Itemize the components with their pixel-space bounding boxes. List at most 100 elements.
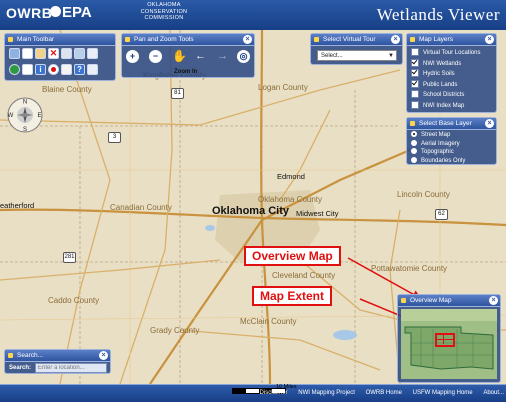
virtual-tour-header[interactable]: Select Virtual Tour × — [311, 34, 402, 46]
search-label: Search: — [9, 365, 32, 371]
city-label-edmond: Edmond — [277, 172, 305, 181]
zoom-in-tooltip: Zoom In — [174, 69, 198, 75]
pin-icon[interactable] — [410, 121, 415, 126]
footer-link-about[interactable]: About... — [483, 390, 504, 396]
route-shield: 281 — [63, 252, 76, 263]
footer-link-owrb-home[interactable]: OWRB Home — [366, 390, 402, 396]
map-extent-annotation: Map Extent — [252, 286, 333, 306]
select-icon[interactable] — [35, 48, 46, 59]
layer-toggle[interactable]: Virtual Tour Locations — [411, 48, 480, 58]
county-label-caddo: Caddo County — [48, 296, 100, 305]
identify-icon[interactable]: i — [35, 64, 46, 75]
document-icon[interactable] — [87, 64, 98, 75]
pin-icon[interactable] — [125, 37, 130, 42]
base-layer-header[interactable]: Select Base Layer × — [407, 118, 496, 130]
compass-rose-icon: N S W E — [7, 97, 43, 133]
close-icon[interactable]: × — [485, 119, 494, 128]
pan-zoom-header[interactable]: Pan and Zoom Tools × — [122, 34, 254, 46]
svg-text:N: N — [23, 100, 27, 106]
county-label-lincoln: Lincoln County — [397, 190, 450, 199]
layer-toggle[interactable]: NWI Index Map — [411, 100, 464, 111]
county-label-logan: Logan County — [258, 83, 308, 92]
layer-checkbox[interactable] — [411, 79, 419, 88]
pin-icon[interactable] — [314, 37, 319, 42]
close-icon[interactable]: × — [391, 35, 400, 44]
base-layer-radio[interactable] — [411, 148, 417, 155]
measure-icon[interactable] — [61, 48, 72, 59]
layer-checkbox[interactable] — [411, 48, 419, 57]
footer-link-disclaimer[interactable]: Disclaimer — [260, 390, 288, 396]
back-arrow-icon[interactable]: ← — [194, 50, 207, 63]
svg-text:S: S — [23, 127, 27, 133]
zoom-in-icon[interactable] — [22, 48, 33, 59]
search-title: Search... — [17, 352, 44, 359]
layer-label: Virtual Tour Locations — [423, 50, 481, 56]
map-layers-title: Map Layers — [419, 36, 453, 43]
layer-checkbox[interactable] — [411, 69, 419, 78]
county-label-mcclain: McClain County — [240, 317, 297, 326]
extent-crosshair-h — [437, 339, 453, 340]
pan-icon[interactable] — [9, 48, 20, 59]
layers-icon[interactable] — [74, 48, 85, 59]
stop-icon[interactable] — [48, 64, 59, 75]
globe-icon[interactable] — [9, 64, 20, 75]
county-label-pottawatomie: Pottawatomie County — [371, 264, 448, 273]
close-icon[interactable]: × — [485, 35, 494, 44]
search-header[interactable]: Search... × — [5, 350, 110, 362]
main-toolbar-panel: Main Toolbar ✕ i ? — [4, 33, 116, 81]
layer-checkbox[interactable] — [411, 90, 419, 99]
route-shield: 3 — [108, 132, 121, 143]
footer-link-usfw-mapping-home[interactable]: USFW Mapping Home — [413, 390, 473, 396]
occ-logo: OKLAHOMA CONSERVATION COMMISSION — [140, 2, 188, 21]
base-layer-radio[interactable] — [411, 156, 417, 163]
footer-link-nwi-mapping-project[interactable]: NWI Mapping Project — [298, 390, 355, 396]
close-icon[interactable]: × — [489, 296, 498, 305]
help-icon[interactable]: ? — [74, 64, 85, 75]
layer-checkbox[interactable] — [411, 58, 419, 67]
epa-logo-text: EPA — [62, 4, 92, 21]
chevron-down-icon: ▼ — [388, 53, 394, 59]
layer-toggle[interactable]: Public Lands — [411, 79, 457, 90]
app-header: OWRB EPA OKLAHOMA CONSERVATION COMMISSIO… — [0, 0, 506, 31]
pin-icon[interactable] — [410, 37, 415, 42]
search-input[interactable] — [35, 363, 107, 373]
map-extent-box[interactable] — [435, 333, 455, 347]
wetlands-viewer-app: OWRB EPA OKLAHOMA CONSERVATION COMMISSIO… — [0, 0, 506, 402]
full-extent-icon[interactable]: ◎ — [237, 50, 250, 63]
main-toolbar-header[interactable]: Main Toolbar — [5, 34, 115, 46]
pan-zoom-panel: Pan and Zoom Tools × + − ✋ ← → ◎ Zoom In — [121, 33, 255, 78]
layer-checkbox[interactable] — [411, 100, 419, 109]
table-icon[interactable] — [87, 48, 98, 59]
search-icon[interactable] — [22, 64, 33, 75]
search-panel: Search... × Search: — [4, 349, 111, 374]
print-icon[interactable] — [61, 64, 72, 75]
close-icon[interactable]: × — [243, 35, 252, 44]
layer-toggle[interactable]: Hydric Soils — [411, 69, 455, 79]
epa-logo: EPA — [50, 4, 92, 21]
virtual-tour-select-value: Select... — [321, 53, 343, 59]
base-layer-radio[interactable] — [411, 139, 417, 146]
pin-icon[interactable] — [8, 353, 13, 358]
zoom-out-icon[interactable]: − — [149, 50, 162, 63]
clear-icon[interactable]: ✕ — [48, 48, 59, 59]
forward-arrow-icon[interactable]: → — [216, 50, 229, 63]
city-label-midwest-city: Midwest City — [296, 209, 339, 218]
zoom-in-icon[interactable]: + — [126, 50, 139, 63]
base-layer-radio[interactable] — [411, 131, 417, 138]
pin-icon[interactable] — [401, 298, 406, 303]
overview-map-title: Overview Map — [410, 297, 452, 304]
virtual-tour-select[interactable]: Select... ▼ — [317, 50, 397, 61]
map-layers-header[interactable]: Map Layers × — [407, 34, 496, 46]
app-title: Wetlands Viewer — [376, 5, 500, 24]
pan-hand-icon[interactable]: ✋ — [172, 50, 187, 63]
pin-icon[interactable] — [8, 37, 13, 42]
overview-map-canvas[interactable] — [401, 309, 497, 379]
navigation-compass[interactable]: N S W E — [6, 96, 44, 134]
layer-label: NWI Wetlands — [423, 60, 462, 67]
close-icon[interactable]: × — [99, 351, 108, 360]
overview-map-header[interactable]: Overview Map × — [398, 295, 500, 307]
layer-toggle[interactable]: NWI Wetlands — [411, 58, 462, 69]
base-layer-option[interactable]: Boundaries Only — [411, 156, 465, 166]
svg-text:E: E — [37, 113, 41, 119]
layer-toggle[interactable]: School Districts — [411, 90, 464, 100]
